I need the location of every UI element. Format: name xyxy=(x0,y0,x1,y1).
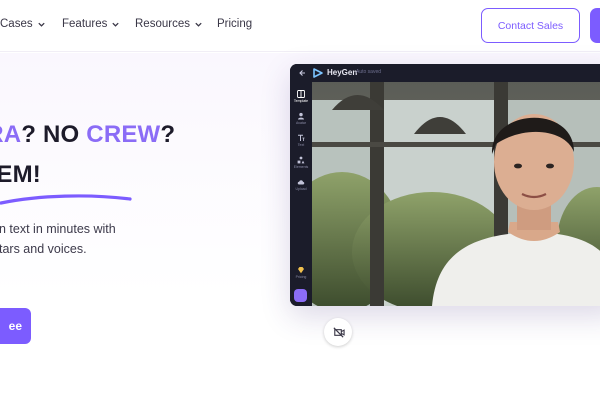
back-arrow-icon[interactable] xyxy=(298,68,308,78)
chevron-down-icon xyxy=(37,22,45,27)
sidebar-item-upload[interactable]: Upload xyxy=(290,178,312,191)
hero-headline-line2: BLEM! xyxy=(0,161,41,188)
nav-item-pricing[interactable]: Pricing xyxy=(217,18,252,30)
diamond-icon xyxy=(298,267,304,274)
contact-sales-label: Contact Sales xyxy=(497,19,564,32)
headline-accent-camera: ERA xyxy=(0,121,22,148)
sidebar-item-avatar[interactable]: Avatar xyxy=(290,112,312,125)
nav-item-label: Features xyxy=(62,18,108,30)
app-titlebar: HeyGen Auto saved xyxy=(290,64,600,82)
app-sidebar: Template Avatar Text Elements Upload Pri… xyxy=(290,82,312,306)
sidebar-item-template[interactable]: Template xyxy=(290,90,312,103)
headline-accent-crew: CREW xyxy=(86,121,161,148)
top-navigation: Cases Features Resources Pricing Contact… xyxy=(0,0,600,52)
upload-icon xyxy=(297,180,305,185)
chevron-down-icon xyxy=(112,22,120,27)
avatar-icon xyxy=(298,112,304,120)
contact-sales-button[interactable]: Contact Sales xyxy=(481,8,580,43)
nav-item-label: Resources xyxy=(135,18,190,30)
hero-subtext-line: n text in minutes with xyxy=(0,222,116,236)
app-name: HeyGen xyxy=(327,68,358,77)
text-icon xyxy=(298,134,305,141)
sidebar-item-label: Text xyxy=(297,143,305,147)
nav-item-cases[interactable]: Cases xyxy=(0,18,46,30)
video-canvas[interactable] xyxy=(312,82,600,306)
nav-item-resources[interactable]: Resources xyxy=(135,18,203,30)
chat-button[interactable] xyxy=(294,289,307,302)
hero-cta-label: ee xyxy=(8,319,22,333)
sidebar-item-label: Upload xyxy=(295,187,307,191)
sidebar-item-label: Avatar xyxy=(295,121,307,125)
headline-text: ? NO xyxy=(21,121,87,148)
nav-item-label: Pricing xyxy=(217,18,253,30)
sidebar-item-label: Template xyxy=(293,99,309,103)
video-toggle-button[interactable] xyxy=(324,318,352,346)
sidebar-item-elements[interactable]: Elements xyxy=(290,156,312,169)
sidebar-item-label: Elements xyxy=(293,165,309,169)
video-off-icon xyxy=(332,326,345,338)
autosave-status: Auto saved xyxy=(356,69,382,75)
heygen-logo-icon xyxy=(313,68,323,78)
app-preview-window: HeyGen Auto saved Template Avatar Text E… xyxy=(290,64,600,306)
template-icon xyxy=(297,90,305,98)
hero-subtext: n text in minutes with tars and voices. xyxy=(0,219,159,259)
sidebar-item-text[interactable]: Text xyxy=(290,134,312,147)
presenter-video-illustration xyxy=(312,82,600,306)
sidebar-item-label: Pricing xyxy=(295,275,307,279)
hero-cta-button[interactable]: ee xyxy=(0,308,31,344)
get-started-button[interactable] xyxy=(590,8,600,43)
nav-item-label: Cases xyxy=(0,18,33,30)
underline-swoosh-decoration xyxy=(0,194,132,205)
chevron-down-icon xyxy=(195,22,202,27)
headline-text: ? xyxy=(160,121,176,148)
hero-subtext-line: tars and voices. xyxy=(0,242,87,256)
nav-item-features[interactable]: Features xyxy=(62,18,120,30)
elements-icon xyxy=(297,156,305,164)
sidebar-item-pricing[interactable]: Pricing xyxy=(290,266,312,279)
hero-headline-line1: ERA? NO CREW? xyxy=(0,121,175,149)
